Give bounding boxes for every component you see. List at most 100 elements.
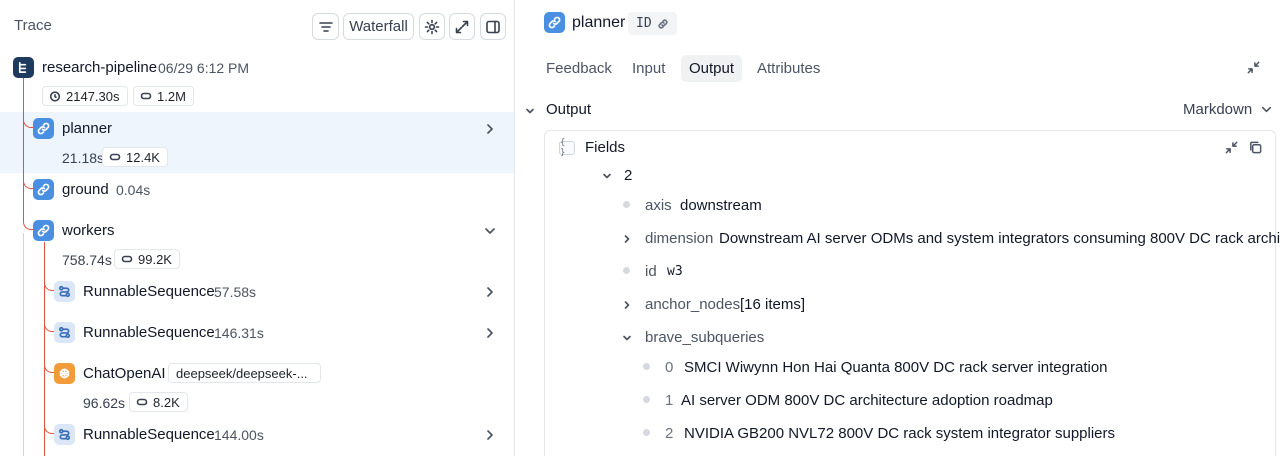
collapse-panel-button[interactable] bbox=[1246, 60, 1261, 78]
array-index: 1 bbox=[665, 392, 674, 409]
array-index: 0 bbox=[665, 359, 674, 376]
output-fields-box: { } Fields 2 axis downstream dimension D… bbox=[544, 130, 1280, 456]
token-value: 12.4K bbox=[126, 149, 160, 165]
field-key-dimension: dimension bbox=[645, 230, 714, 247]
chevron-down-icon[interactable] bbox=[621, 331, 633, 343]
field-value-id: w3 bbox=[667, 264, 683, 279]
link-icon bbox=[33, 118, 54, 139]
toggle-panel-button[interactable] bbox=[480, 13, 506, 40]
span-duration: 146.31s bbox=[214, 325, 264, 341]
root-span-name[interactable]: research-pipeline bbox=[42, 59, 157, 76]
filter-button[interactable] bbox=[312, 13, 339, 40]
tree-connector bbox=[23, 177, 33, 189]
chevron-right-icon[interactable] bbox=[483, 122, 497, 136]
tree-connector bbox=[44, 320, 54, 332]
id-label: ID bbox=[636, 16, 652, 31]
filter-icon bbox=[318, 21, 333, 32]
link-icon bbox=[658, 18, 668, 29]
chevron-right-icon[interactable] bbox=[483, 285, 497, 299]
braces-icon: { } bbox=[559, 138, 575, 158]
chevron-right-icon[interactable] bbox=[621, 298, 633, 310]
token-icon bbox=[136, 398, 148, 406]
settings-button[interactable] bbox=[419, 13, 445, 40]
sequence-icon bbox=[54, 424, 75, 445]
token-value: 8.2K bbox=[153, 394, 180, 410]
chevron-down-icon[interactable] bbox=[483, 224, 497, 238]
chevron-down-icon[interactable] bbox=[524, 104, 536, 116]
token-value: 1.2M bbox=[157, 88, 186, 104]
span-name-runnable-sequence[interactable]: RunnableSequence bbox=[83, 283, 215, 300]
span-duration: 96.62s bbox=[83, 395, 126, 411]
span-detail-panel: planner ID Feedback Input Output Attribu… bbox=[516, 0, 1280, 456]
chevron-right-icon[interactable] bbox=[483, 428, 497, 442]
leaf-dot bbox=[623, 201, 630, 208]
expand-icon bbox=[455, 20, 469, 33]
trace-panel: Trace Waterfall research-pipeline 06/29 … bbox=[0, 0, 515, 456]
leaf-dot bbox=[643, 429, 650, 436]
model-badge: deepseek/deepseek-... bbox=[168, 363, 321, 383]
fields-title: Fields bbox=[585, 139, 626, 156]
span-name-workers[interactable]: workers bbox=[62, 222, 115, 239]
sidebar-panel-icon bbox=[486, 20, 500, 33]
view-mode-button[interactable]: Waterfall bbox=[343, 13, 414, 40]
field-value-dimension: Downstream AI server ODMs and system int… bbox=[719, 230, 1280, 247]
root-span-date: 06/29 6:12 PM bbox=[158, 60, 250, 76]
span-name-runnable-sequence[interactable]: RunnableSequence bbox=[83, 324, 215, 341]
array-index: 2 bbox=[665, 425, 674, 442]
copy-id-button[interactable]: ID bbox=[628, 12, 677, 35]
list-item: SMCI Wiwynn Hon Hai Quanta 800V DC rack … bbox=[684, 359, 1108, 376]
token-badge: 1.2M bbox=[133, 86, 194, 106]
collapse-icon bbox=[1225, 141, 1238, 154]
token-icon bbox=[109, 153, 121, 161]
token-icon bbox=[140, 92, 152, 100]
span-duration: 0.04s bbox=[116, 182, 151, 198]
copy-button[interactable] bbox=[1248, 140, 1263, 158]
chevron-down-icon[interactable] bbox=[601, 169, 613, 181]
span-duration: 144.00s bbox=[214, 427, 264, 443]
trace-title: Trace bbox=[14, 17, 52, 34]
duration-value: 2147.30s bbox=[66, 88, 120, 104]
chevron-down-icon bbox=[1262, 106, 1272, 113]
copy-icon bbox=[1250, 141, 1262, 154]
token-value: 99.2K bbox=[138, 251, 172, 267]
field-key-anchor-nodes: anchor_nodes bbox=[645, 296, 741, 313]
chevron-right-icon[interactable] bbox=[483, 326, 497, 340]
field-key-id: id bbox=[645, 263, 657, 280]
list-item: NVIDIA GB200 NVL72 800V DC rack system i… bbox=[684, 425, 1116, 442]
token-icon bbox=[121, 255, 133, 263]
link-icon bbox=[544, 12, 565, 33]
list-item: AI server ODM 800V DC architecture adopt… bbox=[681, 392, 1053, 409]
span-duration: 57.58s bbox=[214, 284, 257, 300]
expand-button[interactable] bbox=[449, 13, 475, 40]
span-name-runnable-sequence[interactable]: RunnableSequence bbox=[83, 426, 215, 443]
tree-connector bbox=[23, 218, 33, 230]
tab-feedback[interactable]: Feedback bbox=[538, 55, 620, 82]
field-key-brave-subqueries: brave_subqueries bbox=[645, 329, 765, 346]
tree-icon bbox=[13, 57, 34, 78]
token-badge: 12.4K bbox=[102, 147, 168, 167]
span-name-ground[interactable]: ground bbox=[62, 181, 109, 198]
tab-output[interactable]: Output bbox=[681, 55, 743, 82]
span-name-planner[interactable]: planner bbox=[62, 120, 112, 137]
link-icon bbox=[33, 220, 54, 241]
span-duration: 21.18s bbox=[62, 150, 105, 166]
field-value-anchor-nodes: [16 items] bbox=[740, 296, 806, 313]
leaf-dot bbox=[623, 267, 630, 274]
gear-icon bbox=[424, 19, 440, 34]
openai-icon bbox=[54, 363, 75, 384]
tab-input[interactable]: Input bbox=[624, 55, 673, 82]
format-select-value: Markdown bbox=[1183, 101, 1253, 118]
tab-attributes[interactable]: Attributes bbox=[749, 55, 828, 82]
sequence-icon bbox=[54, 281, 75, 302]
leaf-dot bbox=[643, 396, 650, 403]
span-name-chat-openai[interactable]: ChatOpenAI bbox=[83, 365, 166, 382]
chevron-right-icon[interactable] bbox=[621, 232, 633, 244]
format-select[interactable]: Markdown bbox=[1183, 101, 1273, 118]
array-index: 2 bbox=[624, 167, 633, 184]
field-value-axis: downstream bbox=[680, 197, 762, 214]
collapse-all-button[interactable] bbox=[1224, 140, 1239, 158]
link-icon bbox=[33, 179, 54, 200]
tree-connector bbox=[44, 279, 54, 291]
minimize-icon bbox=[1247, 61, 1260, 74]
leaf-dot bbox=[643, 363, 650, 370]
